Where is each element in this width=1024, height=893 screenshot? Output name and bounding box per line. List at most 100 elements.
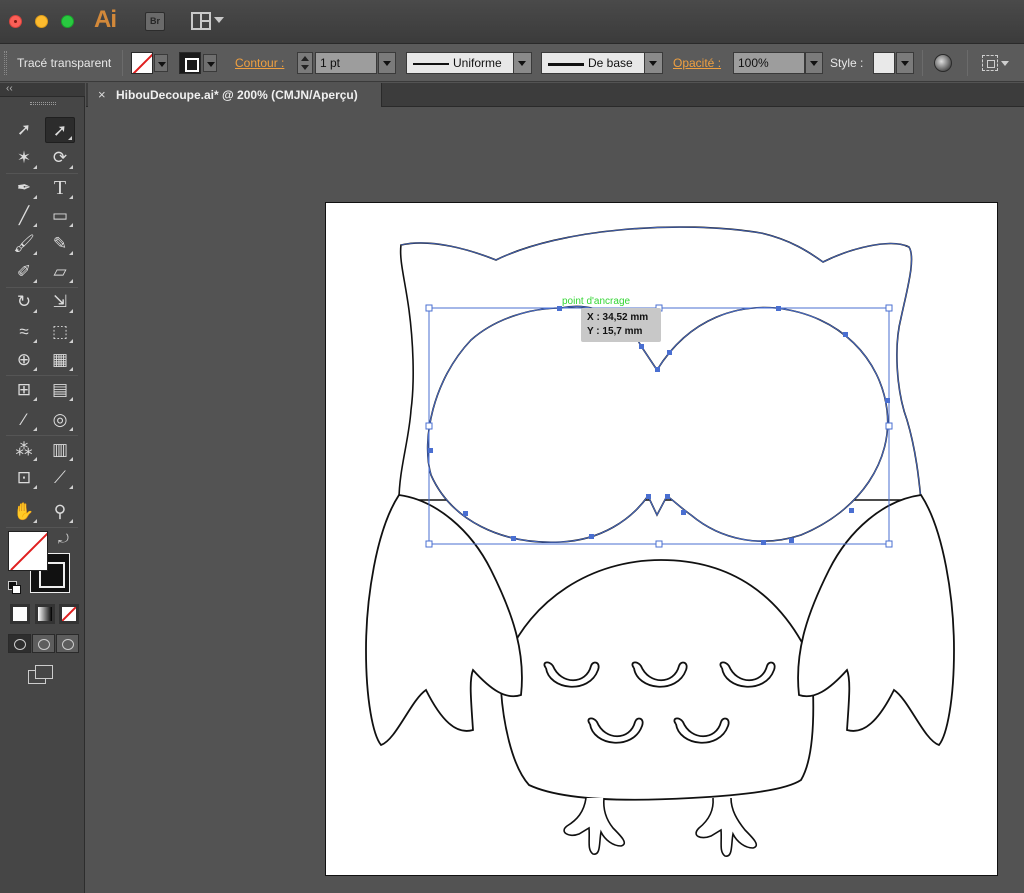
stroke-weight-field[interactable]: 1 pt (315, 52, 377, 74)
perspective-grid-icon[interactable]: ▦ (45, 347, 75, 373)
warp-tool-icon[interactable]: ≈ (9, 319, 39, 345)
fill-color-swatch[interactable] (8, 531, 48, 571)
color-mode-button[interactable] (10, 604, 30, 624)
graphic-style-dropdown[interactable] (896, 52, 914, 74)
bbox-handle-bl (425, 540, 433, 548)
shape-builder-icon[interactable]: ⊕ (9, 347, 39, 373)
draw-behind-button[interactable] (32, 634, 55, 653)
opacity-dropdown[interactable] (805, 52, 823, 74)
transform-options-icon[interactable] (982, 55, 998, 71)
tool-flyout-indicator (33, 457, 37, 461)
mesh-tool-icon[interactable]: ⊞ (9, 377, 39, 403)
rectangle-tool-icon[interactable]: ▭ (45, 203, 75, 229)
artboard-tool-icon[interactable]: ⊡ (9, 465, 39, 491)
hand-tool-icon[interactable]: ✋ (9, 499, 39, 525)
illustrator-window: Ai Br Tracé transparent Contour : 1 pt U… (0, 0, 1024, 893)
arrange-documents-button[interactable] (191, 12, 227, 31)
column-graph-icon[interactable]: ▥ (45, 437, 75, 463)
tools-panel: ‹‹ ➚ ➚ ✶ ⟳ ✒ T ╱ ▭ 🖌 ✎ ✐ ▱ ↻ ⇲ ≈ ⬚ ⊕ ▦ ⊞ ▤ ⁄ ◎ ⁂ ▥ ⊡ ⟋ ✋ ⚲ ⤾ (0, 83, 85, 893)
bridge-button[interactable]: Br (145, 12, 165, 31)
chevron-down-icon[interactable] (1001, 61, 1009, 66)
lasso-icon[interactable]: ⟳ (45, 145, 75, 171)
brush-line-preview (548, 63, 584, 66)
owl-belly (505, 559, 812, 661)
owl-lower-body (500, 689, 815, 801)
tool-flyout-indicator (33, 251, 37, 255)
scale-tool-icon[interactable]: ⇲ (45, 289, 75, 315)
owl-right-foot (695, 797, 758, 857)
tools-divider (6, 435, 78, 436)
stroke-panel-link[interactable]: Contour : (235, 44, 284, 82)
variable-width-profile-select[interactable]: Uniforme (406, 52, 532, 74)
tool-flyout-indicator (33, 195, 37, 199)
divider (922, 50, 923, 76)
blend-tool-icon[interactable]: ◎ (45, 407, 75, 433)
bbox-handle-tl (425, 304, 433, 312)
zoom-tool-icon[interactable]: ⚲ (45, 499, 75, 525)
blob-brush-icon[interactable]: ✐ (9, 259, 39, 285)
tool-flyout-indicator (69, 195, 73, 199)
stroke-weight-dropdown[interactable] (378, 52, 396, 74)
tool-flyout-indicator (33, 485, 37, 489)
tools-panel-grip[interactable] (30, 102, 56, 105)
fill-swatch-none[interactable] (131, 52, 153, 74)
recolor-artwork-icon[interactable] (934, 54, 952, 72)
pen-tool-icon[interactable]: ✒ (9, 175, 39, 201)
graphic-style-swatch[interactable] (873, 52, 895, 74)
tool-flyout-indicator (69, 485, 73, 489)
document-tab[interactable]: × HibouDecoupe.ai* @ 200% (CMJN/Aperçu) (88, 83, 382, 107)
control-bar: Tracé transparent Contour : 1 pt Uniform… (0, 44, 1024, 82)
tools-divider (6, 527, 78, 528)
swap-fill-stroke-icon[interactable]: ⤾ (58, 531, 69, 547)
pencil-icon[interactable]: ✎ (45, 231, 75, 257)
canvas-area[interactable]: point d'ancrage X : 34,52 mm Y : 15,7 mm (86, 108, 1024, 893)
slice-tool-icon[interactable]: ⟋ (45, 465, 75, 491)
rotate-tool-icon[interactable]: ↻ (9, 289, 39, 315)
tool-flyout-indicator (33, 309, 37, 313)
tools-divider (6, 375, 78, 376)
gradient-mode-button[interactable] (35, 604, 55, 624)
tool-flyout-indicator (33, 279, 37, 283)
magic-wand-icon[interactable]: ✶ (9, 145, 39, 171)
none-mode-button[interactable] (59, 604, 79, 624)
bbox-handle-ml (425, 422, 433, 430)
direct-selection-tool-icon[interactable]: ➚ (45, 117, 75, 143)
opacity-field[interactable]: 100% (733, 52, 805, 74)
draw-normal-button[interactable] (8, 634, 31, 653)
symbol-sprayer-icon[interactable]: ⁂ (9, 437, 39, 463)
bbox-handle-bc (655, 540, 663, 548)
screen-mode-icon[interactable] (28, 665, 54, 684)
control-bar-grip[interactable] (4, 51, 7, 75)
tool-flyout-indicator (69, 279, 73, 283)
coordinates-tooltip: X : 34,52 mm Y : 15,7 mm (581, 308, 661, 342)
minimize-window-button[interactable] (35, 15, 48, 28)
eraser-icon[interactable]: ▱ (45, 259, 75, 285)
artboard[interactable] (325, 202, 998, 876)
fill-dropdown-arrow[interactable] (154, 54, 168, 72)
tool-flyout-indicator (69, 339, 73, 343)
owl-artwork[interactable] (326, 203, 999, 877)
stroke-swatch[interactable] (179, 52, 201, 74)
draw-inside-button[interactable] (56, 634, 79, 653)
profile-line-preview (413, 63, 449, 65)
profile-label: Uniforme (453, 56, 502, 70)
owl-left-foot (563, 797, 626, 855)
tool-flyout-indicator (33, 339, 37, 343)
free-transform-icon[interactable]: ⬚ (45, 319, 75, 345)
selection-tool-icon[interactable]: ➚ (9, 117, 39, 143)
transparency-panel-link[interactable]: Opacité : (673, 44, 721, 82)
stroke-dropdown-arrow[interactable] (203, 54, 217, 72)
chevron-down-icon (513, 53, 531, 73)
type-tool-icon[interactable]: T (45, 175, 75, 201)
close-window-button[interactable] (9, 15, 22, 28)
close-tab-icon[interactable]: × (98, 83, 106, 107)
gradient-tool-icon[interactable]: ▤ (45, 377, 75, 403)
brush-definition-select[interactable]: De base (541, 52, 663, 74)
tools-panel-collapse[interactable]: ‹‹ (0, 83, 85, 97)
paintbrush-icon[interactable]: 🖌 (9, 231, 39, 257)
stroke-weight-stepper[interactable] (297, 52, 313, 74)
zoom-window-button[interactable] (61, 15, 74, 28)
default-fill-stroke-icon[interactable] (8, 581, 21, 594)
line-tool-icon[interactable]: ╱ (9, 203, 39, 229)
eyedropper-icon[interactable]: ⁄ (9, 407, 39, 433)
